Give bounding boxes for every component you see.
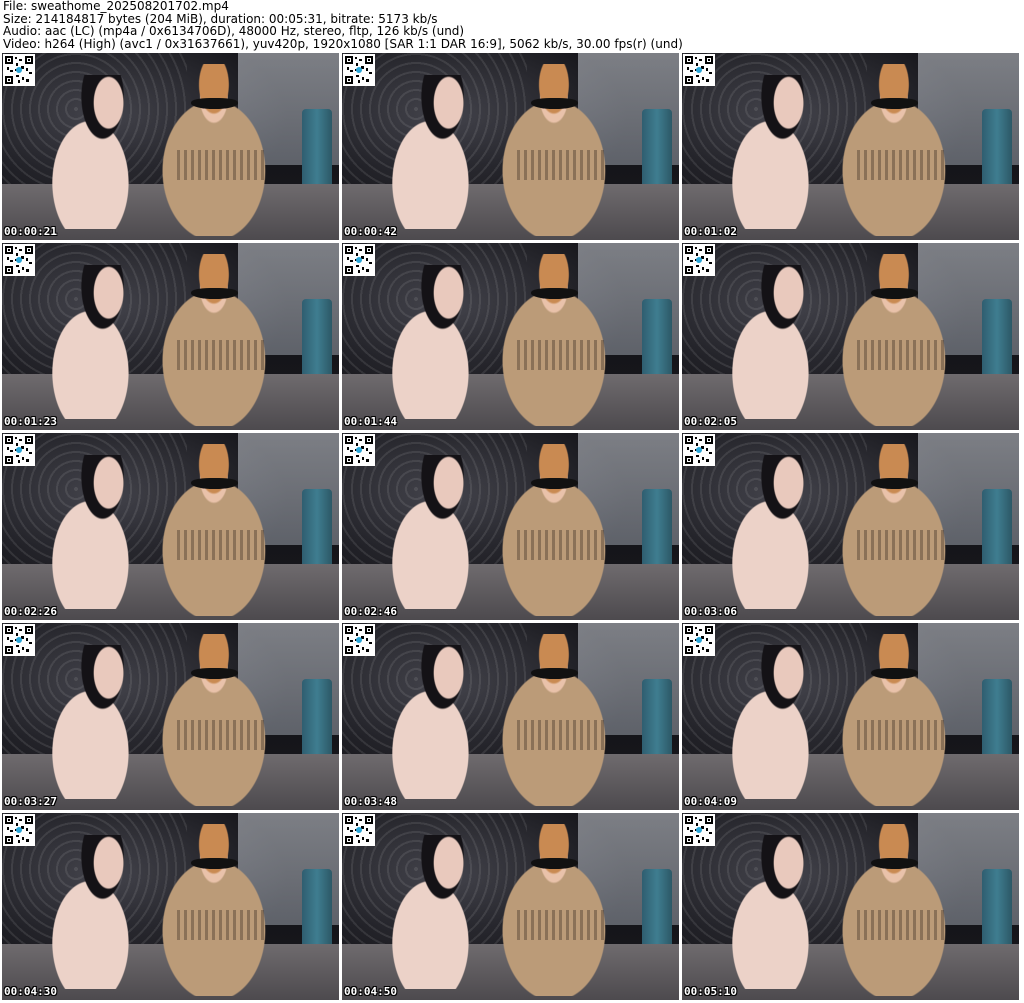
person-left [375,265,497,419]
qr-code-icon [683,434,715,466]
shirt-graphic [177,910,265,941]
shirt-graphic [177,530,265,561]
thumbnail-timestamp: 00:05:10 [684,985,737,998]
thumbnail-timestamp: 00:04:30 [4,985,57,998]
qr-code-icon [683,624,715,656]
person-left [375,455,497,609]
person-left [715,645,837,799]
thumbnail-timestamp: 00:01:23 [4,415,57,428]
shirt-graphic [857,340,945,371]
thumbnail-timestamp: 00:04:50 [344,985,397,998]
qr-code-icon [343,814,375,846]
thumbnail-grid: 00:00:21 00:00:42 00:01:02 00:01:23 00:01:44… [2,53,1022,1003]
file-name-line: File: sweathome_202508201702.mp4 [3,0,229,13]
qr-code-icon [683,54,715,86]
shirt-graphic [857,910,945,941]
thumbnail-timestamp: 00:01:02 [684,225,737,238]
video-thumbnail: 00:03:48 [342,623,679,810]
sunglasses [870,287,918,300]
qr-code-icon [683,814,715,846]
video-thumbnail: 00:04:09 [682,623,1019,810]
video-thumbnail: 00:03:27 [2,623,339,810]
video-thumbnail: 00:03:06 [682,433,1019,620]
thumbnail-timestamp: 00:02:46 [344,605,397,618]
sunglasses [530,287,578,300]
video-thumbnail: 00:01:44 [342,243,679,430]
person-left [35,835,157,989]
sunglasses [190,287,238,300]
thumbnail-timestamp: 00:03:27 [4,795,57,808]
sunglasses [190,477,238,490]
video-info-line: Video: h264 (High) (avc1 / 0x31637661), … [3,36,683,51]
shirt-graphic [517,910,605,941]
shirt-graphic [177,340,265,371]
sunglasses [530,477,578,490]
thumbnail-timestamp: 00:00:21 [4,225,57,238]
video-thumbnail: 00:04:30 [2,813,339,1000]
person-left [715,835,837,989]
video-thumbnail: 00:04:50 [342,813,679,1000]
sunglasses [530,857,578,870]
thumbnail-timestamp: 00:04:09 [684,795,737,808]
person-left [375,835,497,989]
qr-code-icon [343,54,375,86]
person-left [35,455,157,609]
sunglasses [530,97,578,110]
person-left [35,75,157,229]
sunglasses [190,97,238,110]
video-thumbnail: 00:00:42 [342,53,679,240]
thumbnail-timestamp: 00:00:42 [344,225,397,238]
shirt-graphic [177,720,265,751]
video-thumbnail: 00:05:10 [682,813,1019,1000]
sunglasses [190,667,238,680]
video-thumbnail: 00:01:23 [2,243,339,430]
qr-code-icon [3,54,35,86]
shirt-graphic [517,340,605,371]
person-left [715,455,837,609]
qr-code-icon [343,434,375,466]
person-left [35,645,157,799]
video-thumbnail: 00:02:26 [2,433,339,620]
thumbnail-timestamp: 00:03:06 [684,605,737,618]
thumbnail-timestamp: 00:01:44 [344,415,397,428]
sunglasses [870,857,918,870]
video-thumbnail: 00:00:21 [2,53,339,240]
person-left [35,265,157,419]
person-left [715,265,837,419]
sunglasses [870,477,918,490]
video-thumbnail: 00:02:05 [682,243,1019,430]
thumbnail-timestamp: 00:03:48 [344,795,397,808]
shirt-graphic [517,150,605,181]
shirt-graphic [177,150,265,181]
video-thumbnail: 00:01:02 [682,53,1019,240]
thumbnail-timestamp: 00:02:05 [684,415,737,428]
qr-code-icon [343,624,375,656]
qr-code-icon [3,434,35,466]
sunglasses [190,857,238,870]
shirt-graphic [857,720,945,751]
qr-code-icon [3,244,35,276]
person-left [375,75,497,229]
video-thumbnail: 00:02:46 [342,433,679,620]
sunglasses [870,97,918,110]
qr-code-icon [3,624,35,656]
file-info-header: File: sweathome_202508201702.mp4 Size: 2… [3,0,1021,52]
audio-info-line: Audio: aac (LC) (mp4a / 0x6134706D), 480… [3,24,465,38]
shirt-graphic [517,530,605,561]
shirt-graphic [517,720,605,751]
thumbnail-timestamp: 00:02:26 [4,605,57,618]
person-left [715,75,837,229]
shirt-graphic [857,150,945,181]
shirt-graphic [857,530,945,561]
person-left [375,645,497,799]
sunglasses [530,667,578,680]
qr-code-icon [683,244,715,276]
qr-code-icon [343,244,375,276]
sunglasses [870,667,918,680]
qr-code-icon [3,814,35,846]
